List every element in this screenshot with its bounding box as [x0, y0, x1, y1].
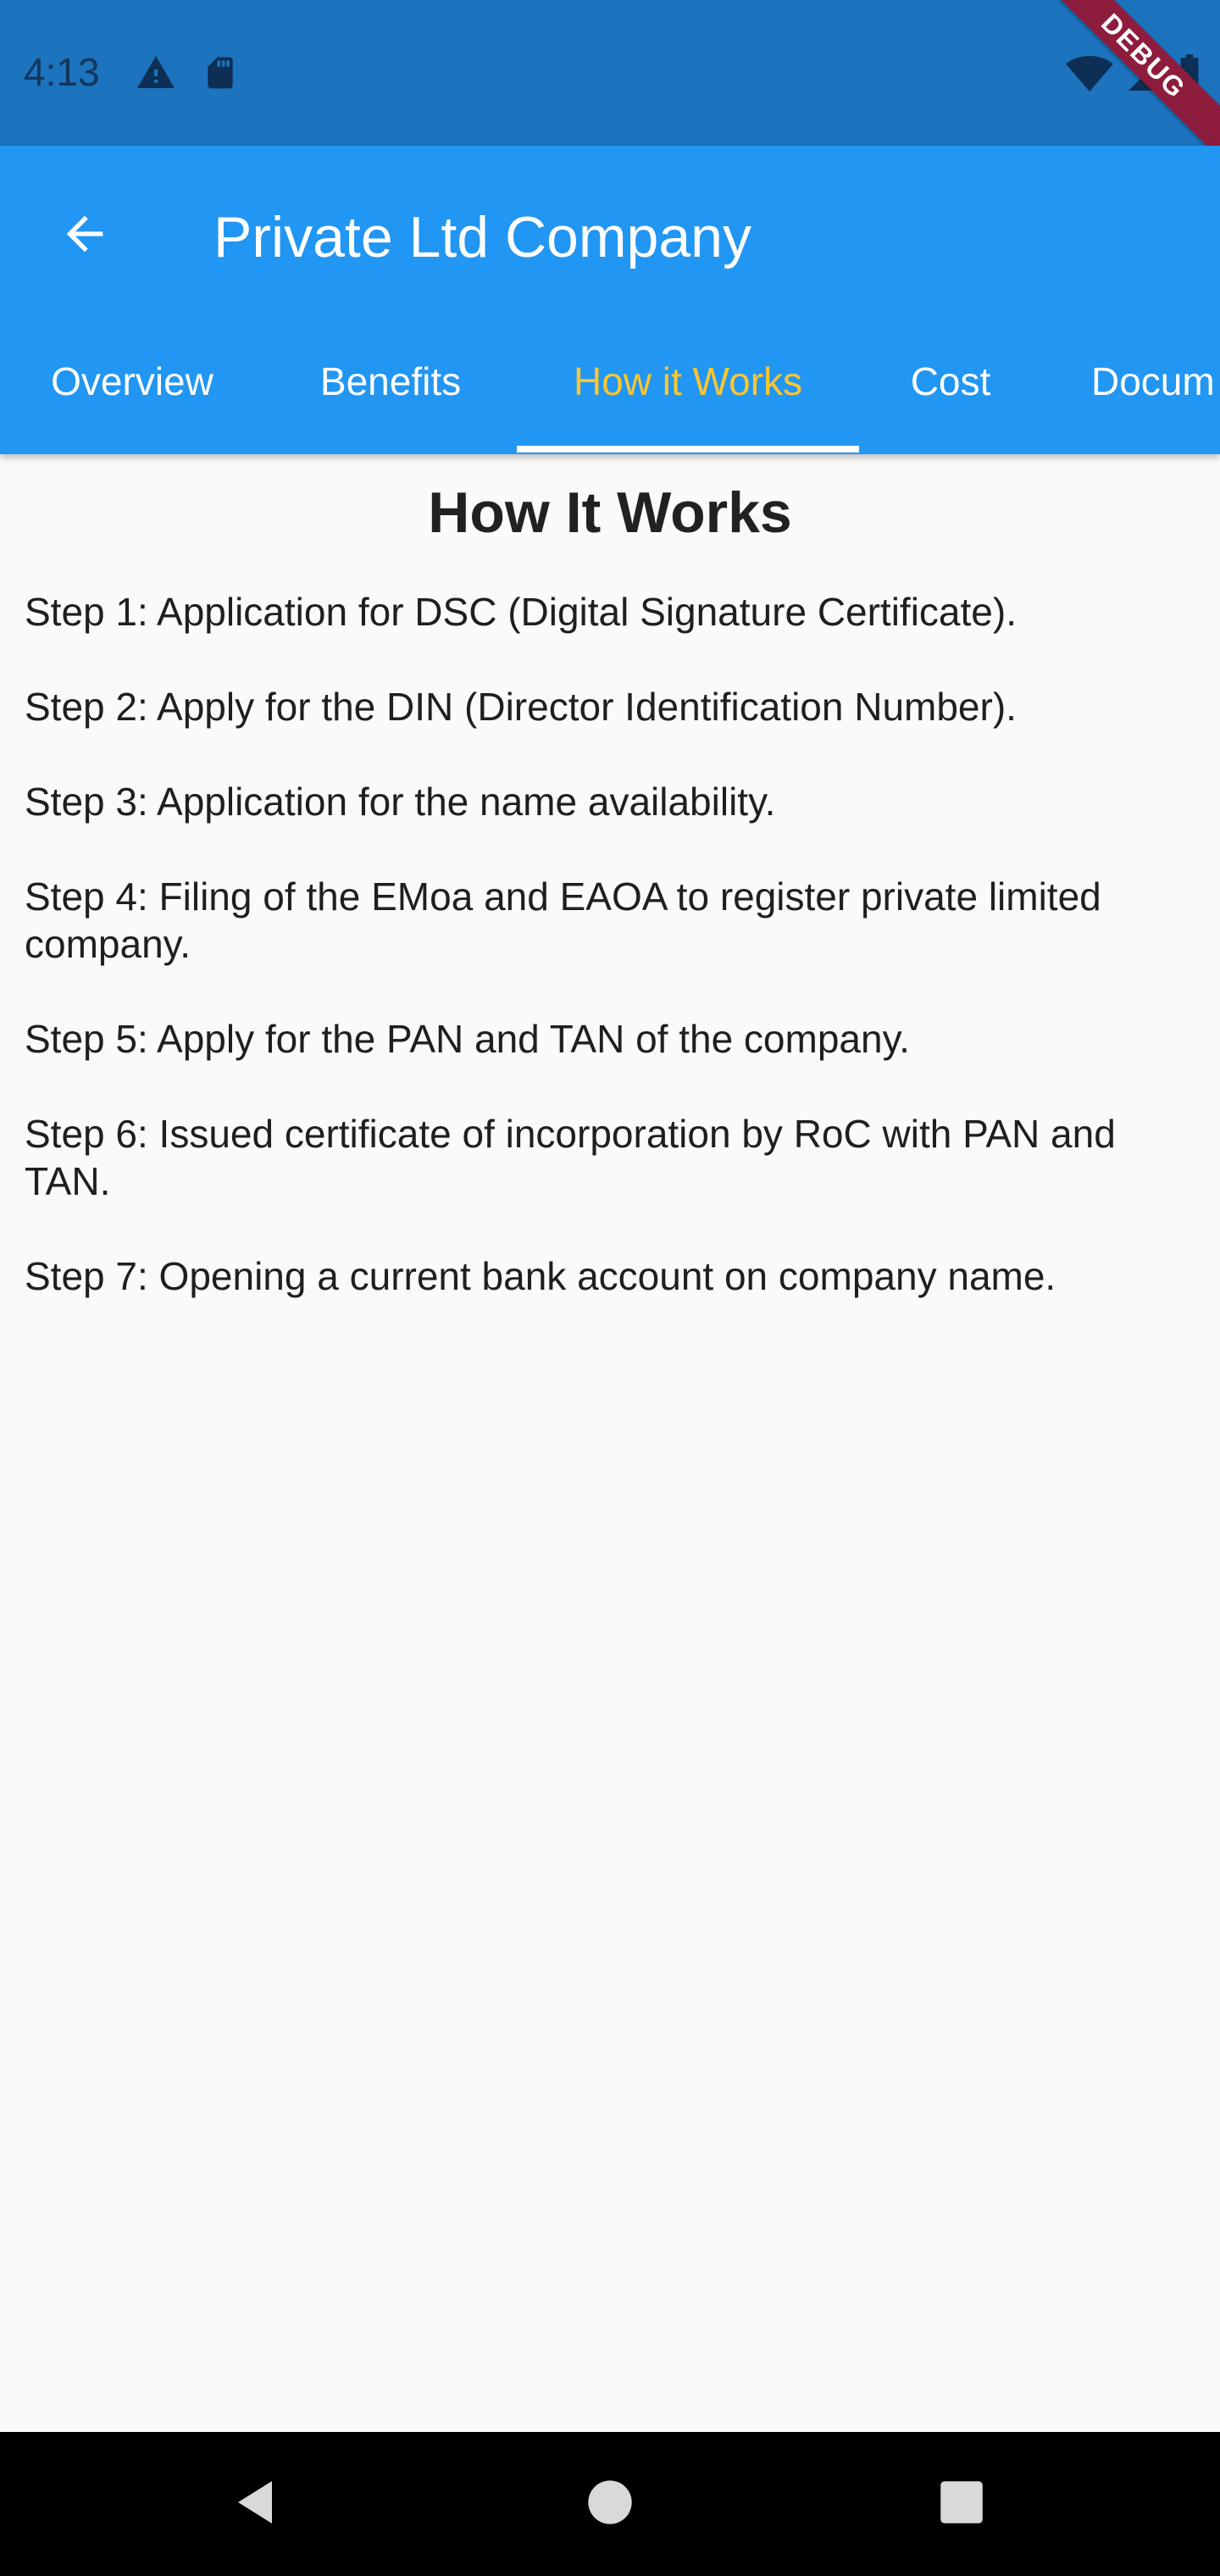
- tab-documents[interactable]: Docum: [1042, 308, 1220, 454]
- step-item: Step 1: Application for DSC (Digital Sig…: [25, 590, 1017, 634]
- recents-square-icon: [939, 2479, 984, 2529]
- page-title: Private Ltd Company: [214, 205, 751, 269]
- status-bar: 4:13 DEBUG: [0, 0, 1220, 165]
- tab-how-it-works[interactable]: How it Works: [517, 308, 859, 454]
- back-triangle-icon: [230, 2477, 280, 2532]
- system-nav-bar: [0, 2432, 1220, 2576]
- nav-recents-button[interactable]: [923, 2466, 1000, 2542]
- step-item: Step 6: Issued certificate of incorporat…: [25, 1112, 1116, 1203]
- tab-benefits[interactable]: Benefits: [264, 308, 517, 454]
- tab-bar: Overview Benefits How it Works Cost Docu…: [0, 308, 1220, 454]
- tab-indicator: [517, 446, 859, 452]
- step-item: Step 5: Apply for the PAN and TAN of the…: [25, 1017, 910, 1061]
- tab-cost[interactable]: Cost: [859, 308, 1042, 454]
- arrow-back-icon: [58, 207, 112, 265]
- warning-icon: [136, 53, 176, 97]
- home-circle-icon: [586, 2479, 634, 2530]
- step-item: Step 7: Opening a current bank account o…: [25, 1254, 1056, 1298]
- tab-overview[interactable]: Overview: [0, 308, 264, 454]
- status-time: 4:13: [24, 50, 100, 94]
- back-button[interactable]: [44, 195, 125, 276]
- section-heading: How It Works: [428, 480, 792, 545]
- wifi-icon: [1066, 53, 1113, 98]
- nav-back-button[interactable]: [217, 2466, 293, 2542]
- step-item: Step 4: Filing of the EMoa and EAOA to r…: [25, 874, 1101, 966]
- app-bar: Private Ltd Company Overview Benefits Ho…: [0, 146, 1220, 454]
- step-item: Step 3: Application for the name availab…: [25, 780, 776, 824]
- steps-list: Step 1: Application for DSC (Digital Sig…: [25, 588, 1194, 1347]
- nav-home-button[interactable]: [572, 2466, 648, 2542]
- step-item: Step 2: Apply for the DIN (Director Iden…: [25, 685, 1017, 729]
- sd-card-icon: [202, 53, 239, 97]
